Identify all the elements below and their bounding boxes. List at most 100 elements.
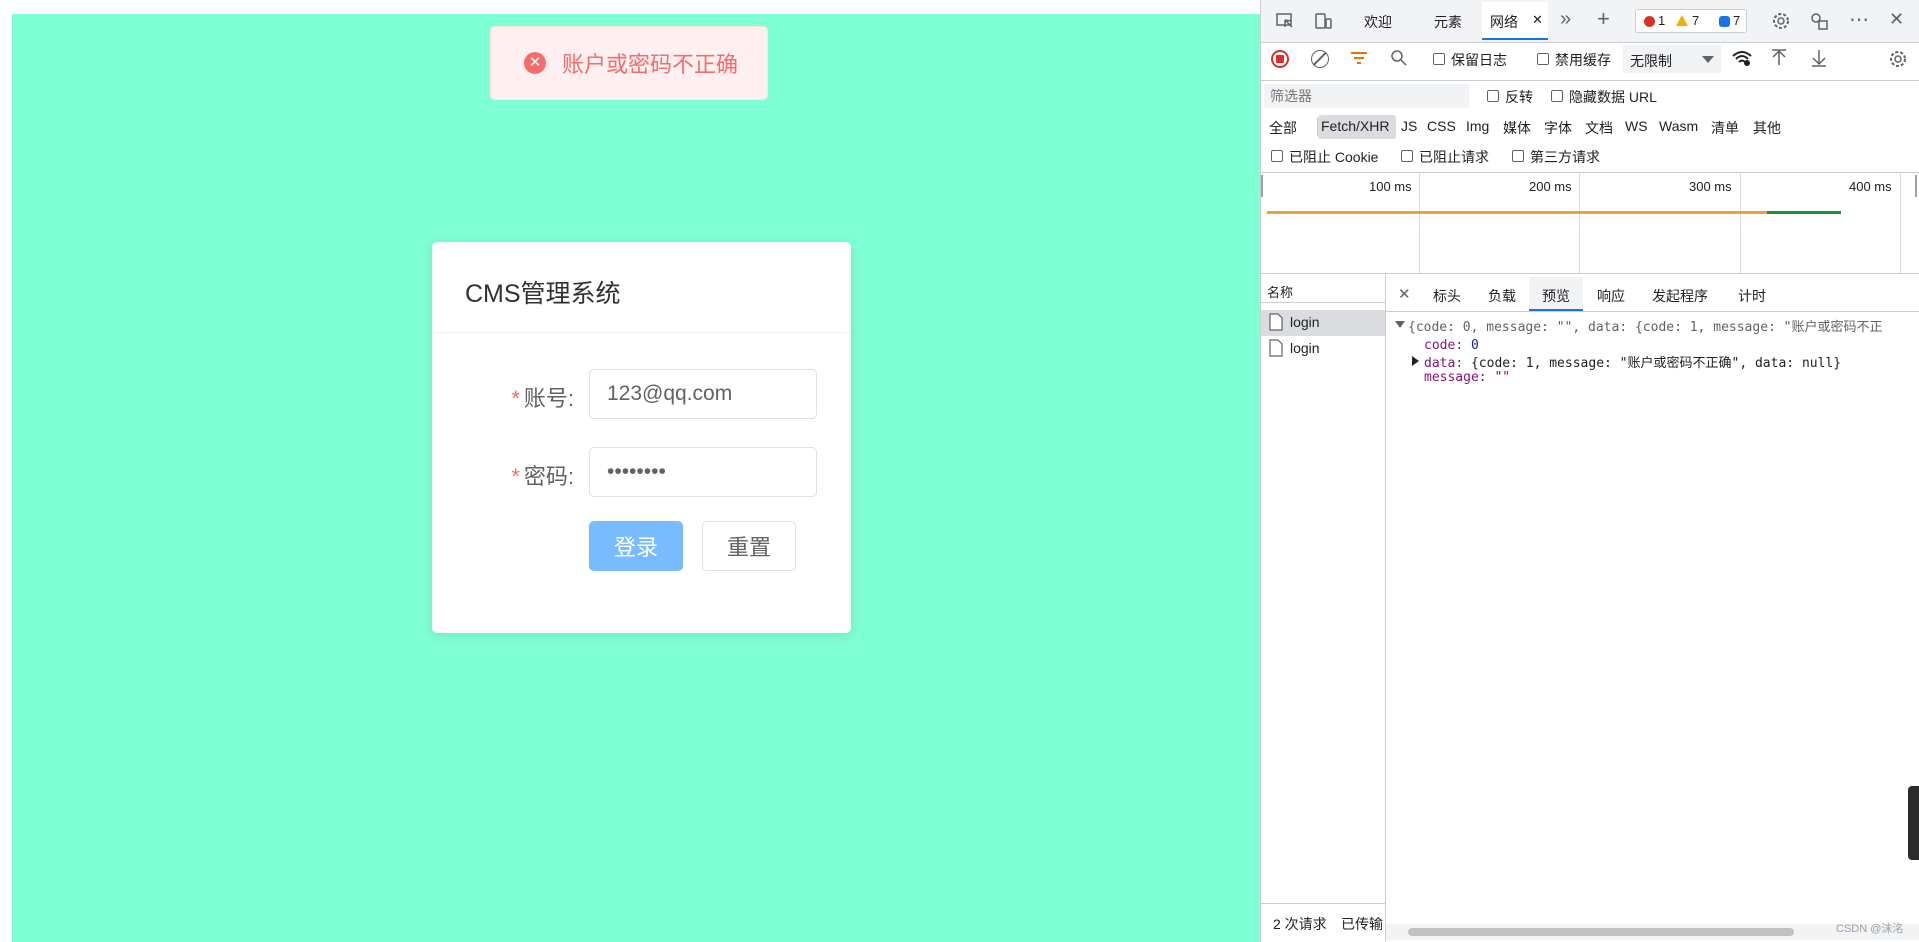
type-filter-all[interactable]: 全部: [1269, 118, 1297, 138]
tab-preview[interactable]: 预览: [1542, 286, 1570, 306]
card-header: CMS管理系统: [432, 242, 851, 333]
tab-welcome[interactable]: 欢迎: [1364, 12, 1392, 32]
side-widget[interactable]: [1908, 786, 1919, 860]
preview-key: message: [1424, 370, 1479, 385]
tab-network[interactable]: 网络 ✕: [1482, 2, 1548, 40]
viewport-left-strip: [0, 0, 12, 942]
close-icon[interactable]: ✕: [1532, 12, 1543, 28]
third-party-label: 第三方请求: [1530, 149, 1600, 165]
type-filter-ws[interactable]: WS: [1625, 118, 1648, 134]
request-name: login: [1290, 340, 1320, 356]
divider: [1261, 42, 1919, 43]
message-count: 7: [1733, 13, 1741, 28]
record-stop-icon[interactable]: [1271, 50, 1289, 68]
blocked-requests-checkbox[interactable]: [1401, 150, 1413, 162]
invert-checkbox[interactable]: [1487, 90, 1499, 102]
collapsed-triangle-icon[interactable]: [1412, 356, 1419, 366]
preserve-log-checkbox[interactable]: [1433, 53, 1445, 65]
password-label: * 密码:: [511, 459, 574, 491]
settings-gear-icon[interactable]: [1770, 10, 1792, 32]
tab-headers[interactable]: 标头: [1433, 286, 1461, 306]
type-filter-img[interactable]: Img: [1466, 118, 1489, 134]
import-har-icon[interactable]: [1770, 48, 1788, 68]
timeline-left-handle[interactable]: [1261, 175, 1263, 197]
throttling-select[interactable]: 无限制: [1623, 45, 1721, 73]
preview-message-line: message: "": [1424, 370, 1511, 385]
tab-payload[interactable]: 负载: [1488, 286, 1516, 306]
reset-button[interactable]: 重置: [702, 521, 796, 571]
tab-timing[interactable]: 计时: [1738, 286, 1766, 306]
divider: [1261, 80, 1919, 81]
type-filter-doc[interactable]: 文档: [1585, 118, 1613, 138]
request-name: login: [1290, 314, 1320, 330]
tab-response[interactable]: 响应: [1597, 286, 1625, 306]
disable-cache-checkbox[interactable]: [1537, 53, 1549, 65]
preview-code-line: code: 0: [1424, 338, 1479, 353]
type-filter-font[interactable]: 字体: [1544, 118, 1572, 138]
account-row: * 账号:: [432, 369, 851, 421]
filter-input[interactable]: [1264, 84, 1469, 108]
type-filter-fetch-xhr[interactable]: Fetch/XHR: [1321, 118, 1389, 134]
watermark-text: CSDN @沫洺: [1836, 923, 1904, 935]
blocked-cookies-label: 已阻止 Cookie: [1289, 149, 1379, 165]
timeline-right-handle[interactable]: [1915, 175, 1917, 197]
devtools-panel: 欢迎 元素 网络 ✕ » + 1 7 7 ⋯ ✕ 保留日志 禁用缓存 无限制 筛…: [1260, 0, 1919, 942]
account-label: * 账号:: [511, 381, 574, 413]
type-filter-wasm[interactable]: Wasm: [1659, 118, 1698, 134]
login-button[interactable]: 登录: [589, 521, 683, 571]
blocked-requests-label: 已阻止请求: [1419, 149, 1489, 165]
request-row[interactable]: login: [1261, 336, 1385, 362]
inspect-element-icon[interactable]: [1275, 11, 1295, 31]
timeline-overview[interactable]: 100 ms 200 ms 300 ms 400 ms: [1261, 173, 1919, 273]
close-devtools-icon[interactable]: ✕: [1889, 9, 1904, 30]
type-filter-css[interactable]: CSS: [1427, 118, 1456, 134]
device-emulation-icon[interactable]: [1313, 11, 1333, 31]
search-icon[interactable]: [1389, 48, 1409, 68]
issues-counter[interactable]: 1 7 7: [1635, 9, 1747, 33]
scrollbar-thumb[interactable]: [1408, 928, 1794, 936]
add-tab-icon[interactable]: +: [1597, 6, 1610, 32]
clear-icon[interactable]: [1311, 50, 1329, 68]
divider: [1261, 302, 1385, 303]
close-detail-icon[interactable]: ✕: [1398, 285, 1411, 303]
request-row[interactable]: login: [1261, 310, 1385, 336]
invert-label: 反转: [1505, 89, 1533, 105]
filter-icon[interactable]: [1349, 48, 1369, 68]
tab-elements[interactable]: 元素: [1434, 12, 1462, 32]
type-filter-other[interactable]: 其他: [1753, 118, 1781, 138]
warning-count: 7: [1692, 13, 1700, 28]
tab-initiator[interactable]: 发起程序: [1652, 286, 1708, 306]
customize-icon[interactable]: [1808, 10, 1830, 32]
more-tabs-icon[interactable]: »: [1560, 8, 1571, 31]
password-input[interactable]: [589, 447, 817, 497]
clear-icon-slash: [1313, 51, 1327, 66]
document-icon: [1269, 313, 1283, 331]
preserve-log-label: 保留日志: [1451, 52, 1507, 68]
preview-value: "": [1494, 370, 1511, 385]
timeline-tick-label: 400 ms: [1849, 179, 1892, 194]
timeline-tick-label: 300 ms: [1689, 179, 1732, 194]
type-filter-media[interactable]: 媒体: [1503, 118, 1531, 138]
preview-value: {code: 1, message: "账户或密码不正确", data: nul…: [1470, 356, 1842, 371]
timeline-gridline: [1579, 173, 1580, 273]
active-tab-indicator: [1482, 38, 1548, 40]
preview-summary: {code: 0, message: "", data: {code: 1, m…: [1408, 320, 1883, 335]
blocked-cookies-checkbox[interactable]: [1271, 150, 1283, 162]
network-settings-gear-icon[interactable]: [1887, 48, 1909, 70]
expand-triangle-icon[interactable]: [1395, 321, 1405, 328]
third-party-checkbox[interactable]: [1512, 150, 1524, 162]
disable-cache-label: 禁用缓存: [1555, 52, 1611, 68]
type-filter-manifest[interactable]: 清单: [1711, 118, 1739, 138]
export-har-icon[interactable]: [1810, 48, 1828, 68]
required-mark: *: [511, 464, 520, 489]
account-input[interactable]: [589, 369, 817, 419]
timeline-gridline: [1740, 173, 1741, 273]
hide-data-urls-checkbox[interactable]: [1551, 90, 1563, 102]
network-conditions-icon[interactable]: [1731, 48, 1753, 68]
timeline-tick-label: 100 ms: [1369, 179, 1412, 194]
login-card: CMS管理系统 *账号: *密码: 登录 重置: [432, 242, 851, 633]
type-filter-js[interactable]: JS: [1401, 118, 1417, 134]
request-list-header: 名称: [1267, 285, 1294, 300]
password-label-text: 密码:: [523, 464, 574, 489]
more-options-icon[interactable]: ⋯: [1849, 7, 1869, 32]
